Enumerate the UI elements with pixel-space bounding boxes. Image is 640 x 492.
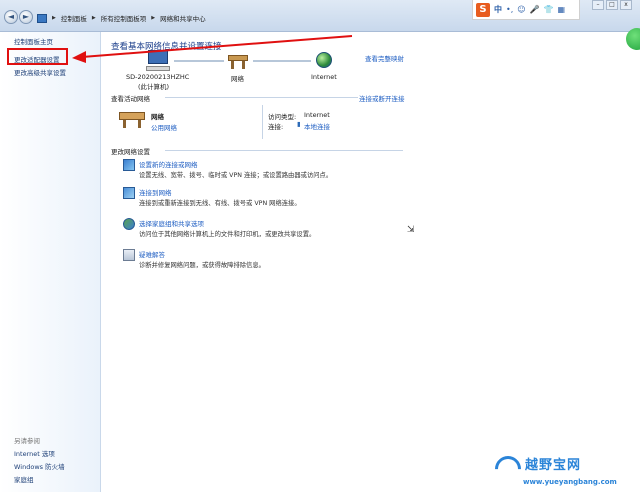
computer-name: SD-20200213HZHC: [126, 73, 190, 81]
ime-language-toggle[interactable]: 中: [494, 4, 502, 15]
sogou-logo-icon[interactable]: S: [476, 2, 490, 17]
network-type-link[interactable]: 公用网络: [151, 122, 177, 132]
task-title[interactable]: 连接到网络: [139, 187, 172, 197]
network-node-label: 网络: [231, 75, 244, 83]
sidebar-item-internet-options[interactable]: Internet 选项: [14, 448, 55, 458]
sidebar: 控制面板主页 更改适配器设置 更改高级共享设置 另请参阅 Internet 选项…: [0, 32, 101, 492]
task-desc: 连接到或重新连接到无线、有线、拨号或 VPN 网络连接。: [139, 200, 301, 207]
breadcrumb: ▶ 控制面板 ▶ 所有控制面板项 ▶ 网络和共享中心: [37, 11, 206, 25]
adapter-icon: ▮: [297, 120, 301, 128]
see-also-heading: 另请参阅: [14, 437, 40, 445]
control-panel-icon: [37, 13, 47, 23]
computer-sub: (此计算机): [138, 83, 170, 91]
maximize-button[interactable]: □: [606, 0, 618, 10]
grid-icon[interactable]: ▦: [558, 5, 566, 14]
breadcrumb-control-panel[interactable]: 控制面板: [61, 13, 87, 23]
connect-network-icon: [123, 187, 135, 199]
watermark: 越野宝网 www.yueyangbang.com: [485, 450, 640, 492]
active-networks-heading: 查看活动网络: [111, 95, 150, 103]
chevron-right-icon: ▶: [151, 15, 156, 21]
breadcrumb-all-items[interactable]: 所有控制面板项: [101, 13, 147, 23]
computer-icon: [146, 50, 170, 72]
full-map-link[interactable]: 查看完整映射: [365, 53, 404, 63]
network-bench-icon: [228, 52, 248, 70]
window-controls: – □ x: [592, 0, 632, 10]
skin-icon[interactable]: 👕: [544, 5, 554, 14]
minimize-button[interactable]: –: [592, 0, 604, 10]
divider: [165, 150, 403, 151]
access-type-value: Internet: [304, 111, 330, 119]
change-settings-heading: 更改网络设置: [111, 148, 150, 156]
back-button[interactable]: ◄: [4, 10, 18, 24]
sidebar-item-firewall[interactable]: Windows 防火墙: [14, 461, 65, 471]
ime-punct-toggle[interactable]: •,: [506, 5, 513, 14]
connect-disconnect-link[interactable]: 连接或断开连接: [359, 93, 405, 103]
task-title[interactable]: 设置新的连接或网络: [139, 159, 198, 169]
troubleshoot-icon: [123, 249, 135, 261]
sidebar-item-homegroup[interactable]: 家庭组: [14, 474, 34, 484]
connection-line: [253, 60, 311, 62]
local-connection-link[interactable]: 本地连接: [304, 121, 330, 131]
active-network-name: 网络: [151, 113, 164, 121]
access-type-label: 访问类型:: [268, 113, 297, 121]
divider: [262, 105, 263, 139]
chevron-right-icon: ▶: [91, 15, 96, 21]
new-connection-icon: [123, 159, 135, 171]
breadcrumb-network-center[interactable]: 网络和共享中心: [160, 13, 206, 23]
task-title[interactable]: 选择家庭组和共享选项: [139, 218, 204, 228]
internet-node-label: Internet: [311, 73, 337, 81]
main-content: 查看基本网络信息并设置连接 查看完整映射 SD-20200213HZHC (此计…: [101, 32, 640, 492]
active-network-icon: [119, 110, 145, 128]
connection-label: 连接:: [268, 123, 284, 131]
emoji-icon[interactable]: ☺: [517, 5, 525, 14]
ime-toolbar: S 中 •, ☺ 🎤 👕 ▦: [472, 0, 580, 20]
mic-icon[interactable]: 🎤: [530, 5, 540, 14]
sidebar-item-home[interactable]: 控制面板主页: [14, 36, 53, 46]
internet-globe-icon: [316, 52, 332, 68]
forward-button[interactable]: ►: [19, 10, 33, 24]
watermark-brand: 越野宝网: [525, 458, 582, 473]
divider: [165, 97, 358, 98]
homegroup-icon: [123, 218, 135, 230]
mouse-cursor-icon: ⇲: [407, 225, 415, 235]
wifi-logo-icon: [489, 450, 527, 488]
chevron-right-icon: ▶: [52, 15, 56, 21]
task-desc: 设置无线、宽带、拨号、临时或 VPN 连接；或设置路由器或访问点。: [139, 172, 333, 179]
task-desc: 诊断并修复网络问题，或获得故障排除信息。: [139, 262, 265, 269]
task-desc: 访问位于其他网络计算机上的文件和打印机，或更改共享设置。: [139, 231, 316, 238]
watermark-url: www.yueyangbang.com: [523, 478, 617, 486]
close-button[interactable]: x: [620, 0, 632, 10]
highlight-box: [7, 48, 68, 65]
task-title[interactable]: 疑难解答: [139, 249, 165, 259]
sidebar-item-advanced-sharing[interactable]: 更改高级共享设置: [14, 67, 66, 77]
connection-line: [174, 60, 224, 62]
